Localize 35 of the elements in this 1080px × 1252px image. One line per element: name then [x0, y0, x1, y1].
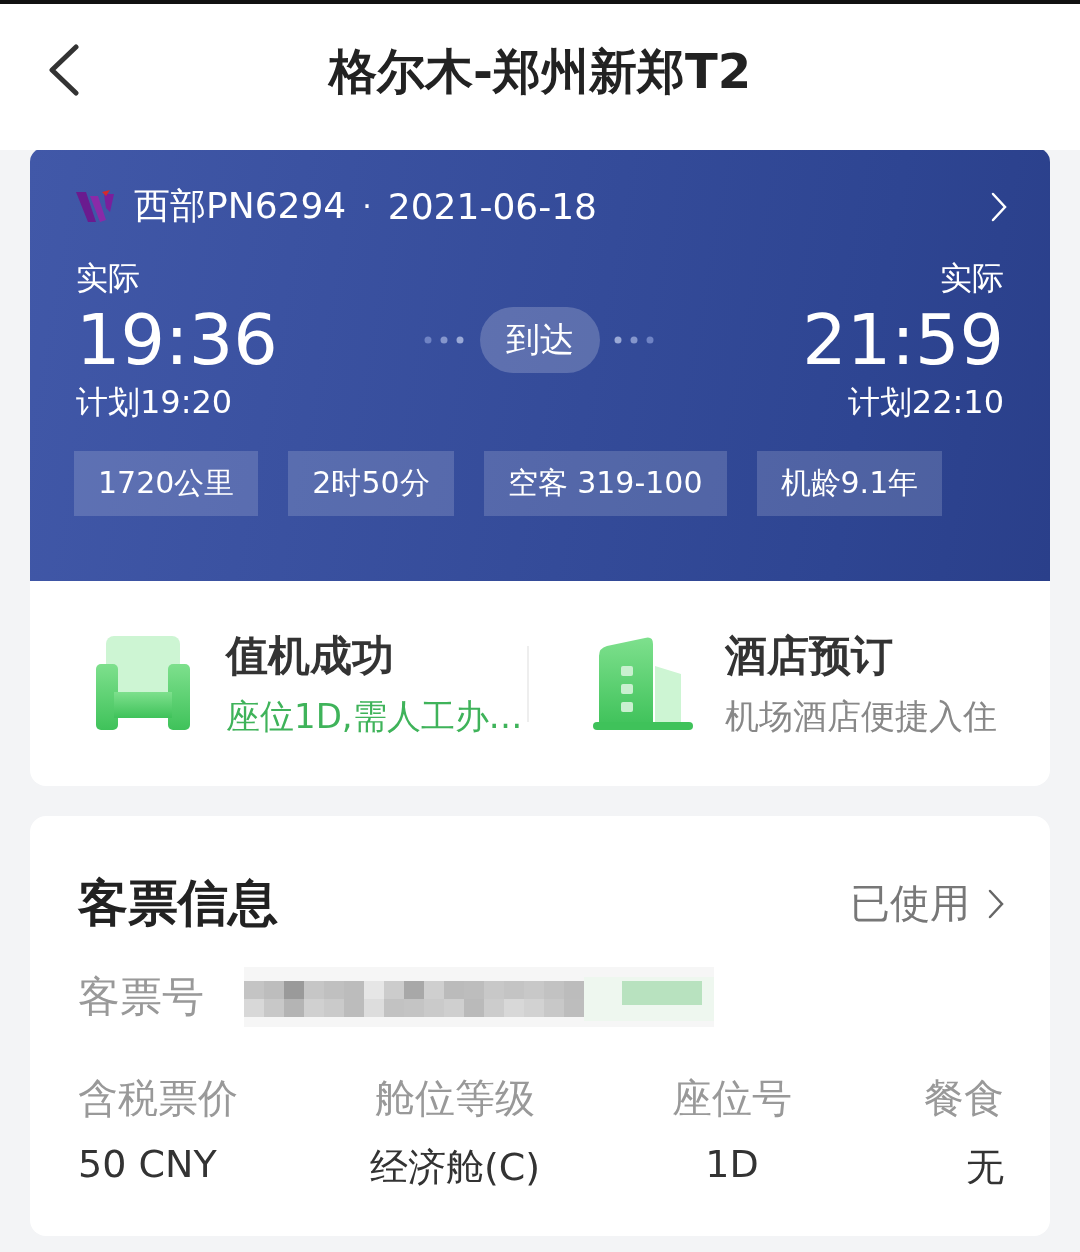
departure-time: 19:36	[76, 301, 278, 379]
section-title: 客票信息	[78, 873, 278, 934]
chevron-right-icon	[988, 888, 1004, 919]
ticket-number-label: 客票号	[78, 971, 204, 1023]
service-title[interactable]: 酒店预订	[725, 627, 997, 684]
status-pill: 到达	[480, 307, 600, 373]
page-title: 格尔木-郑州新郑T2	[328, 42, 752, 101]
field-label: 座位号	[672, 1074, 793, 1123]
dots-icon	[424, 336, 466, 344]
arrival-time: 21:59	[802, 301, 1004, 379]
separator-dot: ·	[362, 189, 372, 224]
service-subtitle: 机场酒店便捷入住	[725, 694, 997, 738]
planned-time: 计划22:10	[847, 382, 1004, 423]
info-tag: 空客 319-100	[483, 451, 727, 516]
field-value: 无	[966, 1144, 1004, 1191]
field-value: 1D	[705, 1142, 759, 1186]
field-value: 50 CNY	[78, 1142, 217, 1186]
service-title[interactable]: 值机成功	[226, 627, 523, 684]
field-label: 餐食	[924, 1074, 1004, 1123]
actual-label: 实际	[940, 258, 1004, 299]
actual-label: 实际	[76, 258, 141, 299]
field-value: 经济舱(C)	[369, 1144, 541, 1191]
info-tag: 机龄9.1年	[756, 451, 943, 516]
service-subtitle: 座位1D,需人工办…	[226, 694, 523, 738]
info-tag: 1720公里	[74, 451, 259, 516]
dots-icon	[614, 336, 656, 344]
chevron-right-icon[interactable]	[990, 190, 1008, 223]
back-icon[interactable]	[46, 44, 80, 96]
info-tag: 2时50分	[288, 451, 454, 516]
flight-date: 2021-06-18	[387, 186, 598, 227]
field-label: 舱位等级	[375, 1074, 536, 1123]
planned-time: 计划19:20	[76, 382, 234, 423]
status-link[interactable]: 已使用	[850, 876, 1004, 931]
field-label: 含税票价	[78, 1074, 238, 1123]
flight-number: 西部PN6294	[134, 184, 347, 228]
